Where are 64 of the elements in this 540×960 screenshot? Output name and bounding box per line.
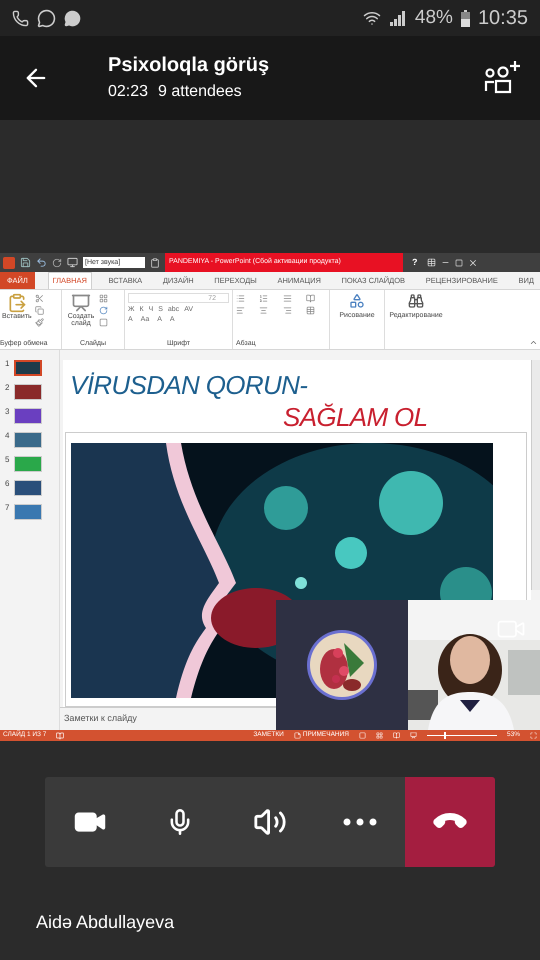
- numbering-icon[interactable]: [259, 294, 268, 303]
- ribbon-options-icon[interactable]: [426, 258, 436, 267]
- redo-icon[interactable]: [52, 258, 62, 268]
- binoculars-icon[interactable]: [408, 293, 424, 309]
- add-people-icon[interactable]: [484, 60, 522, 96]
- align-right-icon[interactable]: [282, 306, 292, 315]
- cut-icon[interactable]: [34, 294, 44, 303]
- slide-number: 7: [5, 504, 10, 512]
- layout-icon[interactable]: [99, 294, 108, 303]
- signal-icon: [388, 10, 407, 26]
- sorter-view-icon[interactable]: [376, 732, 383, 739]
- help-button[interactable]: ?: [408, 256, 422, 270]
- undo-icon[interactable]: [36, 257, 47, 268]
- maximize-icon[interactable]: [454, 258, 462, 266]
- attendee-count: 9 attendees: [158, 82, 242, 102]
- slide-subtitle: SAĞLAM OL: [283, 404, 428, 430]
- new-slide-icon[interactable]: [71, 293, 91, 313]
- scroll-bar[interactable]: [531, 360, 540, 590]
- slide-number: 1: [5, 360, 10, 368]
- battery-percent: 48%: [414, 6, 453, 30]
- phone-icon: [12, 10, 29, 26]
- clipboard-icon[interactable]: [150, 258, 160, 268]
- chat-bubble-icon: [37, 8, 56, 28]
- reading-view-icon[interactable]: [392, 732, 400, 739]
- slide-title: VİRUSDAN QORUN-: [70, 372, 308, 398]
- slide-number: 5: [5, 456, 10, 464]
- slide-thumbnail[interactable]: [14, 360, 42, 376]
- hang-up-button[interactable]: [405, 777, 495, 867]
- fit-icon[interactable]: [530, 732, 537, 739]
- align-left-icon[interactable]: [236, 306, 245, 315]
- collapse-ribbon-icon[interactable]: [529, 338, 538, 347]
- clock: 10:35: [478, 6, 528, 31]
- slide-number: 4: [5, 432, 10, 440]
- shapes-icon[interactable]: [349, 293, 365, 309]
- slide-number: 2: [5, 384, 10, 392]
- close-icon[interactable]: [468, 258, 478, 268]
- copy-icon[interactable]: [34, 306, 44, 315]
- slide-number: 6: [5, 480, 10, 488]
- slideshow-icon[interactable]: [410, 732, 417, 739]
- slide-number: 3: [5, 408, 10, 416]
- slide-thumbnail[interactable]: [14, 504, 42, 520]
- battery-icon: [460, 10, 470, 26]
- format-painter-icon[interactable]: [34, 318, 44, 327]
- zoom-thumb[interactable]: [444, 732, 446, 739]
- bullets-icon[interactable]: [236, 294, 245, 303]
- slide-thumbnail[interactable]: [14, 456, 42, 472]
- call-duration: 02:23: [108, 82, 148, 102]
- columns-icon[interactable]: [306, 306, 315, 315]
- slide-thumbnail[interactable]: [14, 432, 42, 448]
- slide-thumbnail[interactable]: [14, 480, 42, 496]
- slide-thumbnail[interactable]: [14, 384, 42, 400]
- reset-icon[interactable]: [99, 306, 108, 315]
- presenter-name: Aidə Abdullayeva: [36, 911, 174, 934]
- notes-placeholder[interactable]: Заметки к слайду: [64, 712, 137, 726]
- slide-thumbnail[interactable]: [14, 408, 42, 424]
- comment-icon: [294, 732, 301, 739]
- more-icon: [343, 818, 377, 826]
- message-icon: [64, 10, 81, 26]
- wifi-icon: [362, 9, 381, 27]
- align-center-icon[interactable]: [259, 306, 268, 315]
- paste-icon[interactable]: [6, 293, 27, 313]
- meeting-title: Psixoloqla görüş: [108, 52, 270, 78]
- save-icon[interactable]: [20, 257, 31, 268]
- line-spacing-icon[interactable]: [282, 294, 292, 303]
